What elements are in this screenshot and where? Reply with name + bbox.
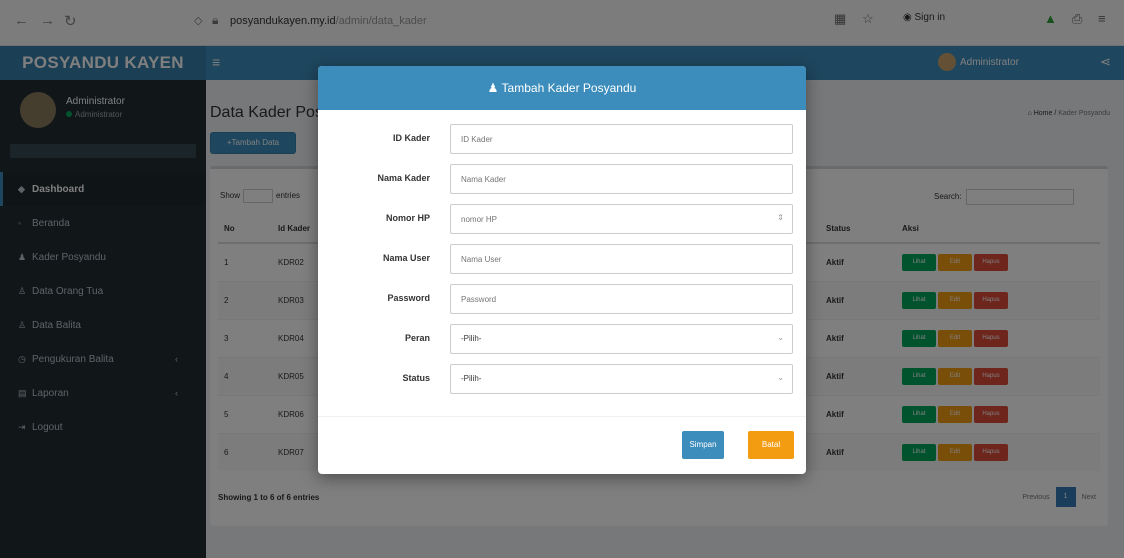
field-label: Nama Kader (377, 173, 430, 183)
cancel-button[interactable]: Batal (748, 431, 794, 459)
add-kader-modal: ♟ Tambah Kader Posyandu ID Kader Nama Ka… (318, 66, 806, 474)
field-label: ID Kader (392, 133, 430, 143)
field-label: Nomor HP (385, 213, 430, 223)
nama-user-input[interactable] (450, 244, 793, 274)
modal-footer: Simpan Batal (318, 416, 806, 474)
nomor-hp-input[interactable] (450, 204, 793, 234)
field-row-nama-user: Nama User (318, 244, 806, 274)
user-icon: ♟ (487, 81, 502, 95)
number-spinner-icon[interactable]: ⇕ (777, 213, 784, 222)
id-kader-input[interactable] (450, 124, 793, 154)
field-label: Password (387, 293, 430, 303)
field-label: Nama User (382, 253, 430, 263)
modal-title: Tambah Kader Posyandu (501, 81, 637, 95)
field-row-password: Password (318, 284, 806, 314)
field-row-nomor-hp: Nomor HP ⇕ (318, 204, 806, 234)
field-row-peran: Peran -Pilih- ⌄ (318, 324, 806, 354)
save-button[interactable]: Simpan (682, 431, 724, 459)
field-row-status: Status -Pilih- ⌄ (318, 364, 806, 394)
field-label: Peran (404, 333, 430, 343)
password-input[interactable] (450, 284, 793, 314)
chevron-down-icon: ⌄ (777, 373, 784, 382)
field-row-id-kader: ID Kader (318, 124, 806, 154)
status-select[interactable]: -Pilih- (450, 364, 793, 394)
modal-header: ♟ Tambah Kader Posyandu (318, 66, 806, 110)
field-row-nama-kader: Nama Kader (318, 164, 806, 194)
field-label: Status (402, 373, 430, 383)
peran-select[interactable]: -Pilih- (450, 324, 793, 354)
chevron-down-icon: ⌄ (777, 333, 784, 342)
nama-kader-input[interactable] (450, 164, 793, 194)
